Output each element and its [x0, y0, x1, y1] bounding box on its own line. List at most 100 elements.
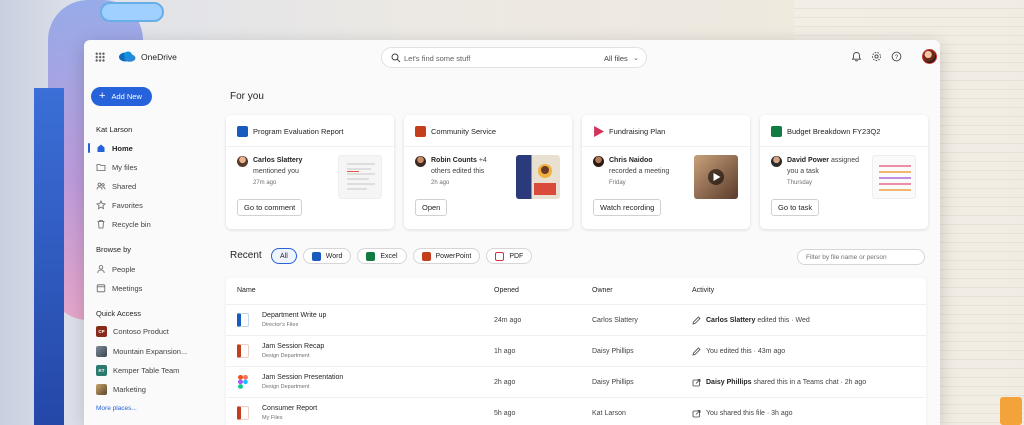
- quick-access-item[interactable]: KT Kemper Table Team: [96, 363, 179, 377]
- filter-all[interactable]: All: [271, 248, 297, 264]
- owner-name: Daisy Phillips: [592, 348, 634, 355]
- file-name[interactable]: Jam Session Recap: [262, 343, 324, 350]
- sidebar-item-label: Meetings: [112, 283, 143, 293]
- folder-icon: [96, 164, 106, 171]
- sidebar-item-label: Favorites: [112, 200, 143, 210]
- app-launcher-icon[interactable]: [95, 52, 105, 62]
- powerpoint-file-icon: [237, 406, 249, 420]
- go-to-comment-button[interactable]: Go to comment: [237, 199, 303, 216]
- sidebar: + Add New Kat Larson Home My files Share…: [84, 74, 210, 425]
- watch-recording-button[interactable]: Watch recording: [593, 199, 662, 216]
- card-activity: David Power assigned: [787, 157, 859, 164]
- top-bar: OneDrive Let's find some stuff All files…: [84, 40, 940, 74]
- quick-access-item[interactable]: Mountain Expansion...: [96, 344, 187, 358]
- search-scope[interactable]: All files: [604, 54, 628, 63]
- star-icon: [96, 200, 106, 210]
- table-row[interactable]: Jam Session Recap Design Department 1h a…: [226, 335, 926, 366]
- file-name[interactable]: Jam Session Presentation: [262, 374, 343, 381]
- for-you-card[interactable]: Fundraising Plan Chris Naidoo recorded a…: [582, 115, 750, 229]
- filter-pdf[interactable]: PDF: [486, 248, 533, 264]
- stream-icon: [594, 126, 604, 137]
- divider: [760, 146, 928, 147]
- card-activity: Robin Counts +4: [431, 157, 487, 164]
- opened-time: 2h ago: [494, 379, 516, 386]
- recent-files-table: Name Opened Owner Activity Department Wr…: [226, 278, 926, 425]
- bell-icon[interactable]: [851, 51, 862, 62]
- sidebar-item-label: My files: [112, 162, 138, 172]
- figma-file-icon: [238, 375, 248, 389]
- sidebar-item-my-files[interactable]: My files: [96, 160, 137, 174]
- activity-text: You shared this file · 3h ago: [706, 410, 793, 417]
- filter-word[interactable]: Word: [302, 248, 352, 264]
- for-you-card[interactable]: Budget Breakdown FY23Q2 David Power assi…: [760, 115, 928, 229]
- table-row[interactable]: Consumer Report My Files 5h ago Kat Lars…: [226, 397, 926, 425]
- sidebar-item-favorites[interactable]: Favorites: [96, 198, 143, 212]
- go-to-task-button[interactable]: Go to task: [771, 199, 820, 216]
- table-row[interactable]: Department Write up Director's Files 24m…: [226, 304, 926, 335]
- owner-name: Kat Larson: [592, 410, 626, 417]
- column-header-opened[interactable]: Opened: [494, 287, 519, 294]
- person-avatar: [237, 156, 248, 167]
- person-avatar: [771, 156, 782, 167]
- add-new-button[interactable]: + Add New: [91, 87, 152, 106]
- person-avatar: [593, 156, 604, 167]
- gear-icon[interactable]: [871, 51, 882, 62]
- sidebar-item-recycle-bin[interactable]: Recycle bin: [96, 217, 151, 231]
- file-type-filters: All Word Excel PowerPoint PDF: [271, 247, 538, 265]
- site-badge: [96, 383, 107, 395]
- filter-powerpoint[interactable]: PowerPoint: [412, 248, 481, 264]
- presentation-thumbnail: [516, 155, 560, 199]
- for-you-card[interactable]: Community Service Robin Counts +4 others…: [404, 115, 572, 229]
- sidebar-item-home[interactable]: Home: [88, 141, 133, 155]
- help-icon[interactable]: ?: [891, 51, 902, 62]
- owner-name: Daisy Phillips: [592, 379, 634, 386]
- video-thumbnail: [694, 155, 738, 199]
- search-icon: [391, 53, 401, 63]
- column-header-owner[interactable]: Owner: [592, 287, 613, 294]
- excel-icon: [366, 251, 376, 261]
- more-places-link[interactable]: More places...: [96, 405, 137, 412]
- sidebar-item-label: Shared: [112, 181, 137, 191]
- plus-icon: +: [99, 90, 106, 102]
- card-activity: Carlos Slattery: [253, 157, 303, 164]
- file-name[interactable]: Consumer Report: [262, 405, 317, 412]
- home-icon: [97, 144, 105, 152]
- filter-input[interactable]: Filter by file name or person: [797, 249, 925, 265]
- file-location: My Files: [262, 415, 283, 421]
- chevron-down-icon[interactable]: ⌄: [633, 54, 639, 62]
- for-you-card[interactable]: Program Evaluation Report Carlos Slatter…: [226, 115, 394, 229]
- filter-excel[interactable]: Excel: [357, 248, 407, 264]
- powerpoint-file-icon: [237, 344, 249, 358]
- card-activity-detail: mentioned you: [253, 168, 299, 175]
- opened-time: 1h ago: [494, 348, 516, 355]
- quick-access-item[interactable]: Marketing: [96, 382, 146, 396]
- divider: [404, 146, 572, 147]
- backdrop-shape: [100, 2, 164, 22]
- divider: [582, 146, 750, 147]
- file-name[interactable]: Department Write up: [262, 312, 326, 319]
- column-header-name[interactable]: Name: [237, 287, 256, 294]
- sidebar-item-shared[interactable]: Shared: [96, 179, 136, 193]
- excel-icon: [771, 126, 782, 137]
- quick-access-item[interactable]: CP Contoso Product: [96, 324, 169, 338]
- search-box[interactable]: Let's find some stuff All files ⌄: [381, 47, 647, 68]
- app-name[interactable]: OneDrive: [141, 52, 177, 62]
- backdrop-shape: [34, 88, 64, 425]
- sidebar-item-meetings[interactable]: Meetings: [96, 281, 142, 295]
- backdrop-shape: [1000, 397, 1022, 425]
- card-activity: Chris Naidoo: [609, 157, 653, 164]
- sidebar-item-people[interactable]: People: [96, 262, 135, 276]
- open-button[interactable]: Open: [415, 199, 448, 216]
- column-header-activity[interactable]: Activity: [692, 287, 714, 294]
- opened-time: 24m ago: [494, 317, 522, 324]
- filter-label: Word: [325, 252, 343, 260]
- browse-heading: Browse by: [96, 245, 132, 254]
- site-badge: CP: [96, 325, 107, 337]
- user-avatar[interactable]: [922, 49, 937, 64]
- word-icon: [237, 126, 248, 137]
- filter-label: Excel: [380, 252, 398, 260]
- table-row[interactable]: Jam Session Presentation Design Departme…: [226, 366, 926, 397]
- sidebar-item-label: People: [112, 264, 136, 274]
- trash-icon: [97, 220, 105, 229]
- word-icon: [311, 251, 321, 261]
